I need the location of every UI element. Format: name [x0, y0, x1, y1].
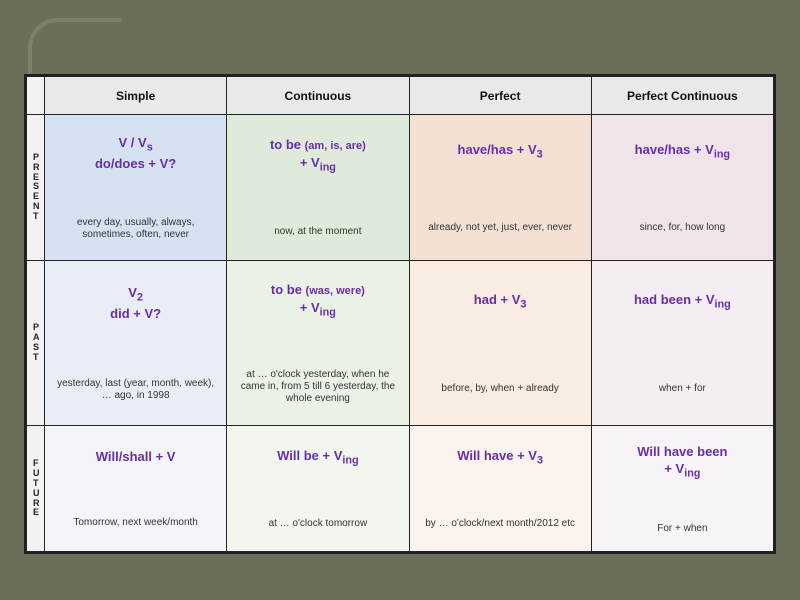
- formula: have/has + V3: [458, 141, 543, 162]
- formula: had been + Ving: [634, 291, 731, 312]
- formula: had + V3: [474, 291, 527, 312]
- row-header-past: PAST: [27, 260, 45, 426]
- markers: since, for, how long: [640, 222, 726, 234]
- formula: V2did + V?: [110, 284, 161, 323]
- markers: already, not yet, just, ever, never: [428, 222, 572, 234]
- column-header-row: Simple Continuous Perfect Perfect Contin…: [27, 77, 774, 115]
- formula: V / Vsdo/does + V?: [95, 134, 176, 173]
- cell-past-simple: V2did + V? yesterday, last (year, month,…: [45, 260, 227, 426]
- markers: Tomorrow, next week/month: [73, 517, 198, 529]
- col-header-continuous: Continuous: [227, 77, 409, 115]
- cell-present-continuous: to be (am, is, are)+ Ving now, at the mo…: [227, 115, 409, 260]
- cell-present-perfect: have/has + V3 already, not yet, just, ev…: [409, 115, 591, 260]
- cell-future-perfect-continuous: Will have been+ Ving For + when: [591, 426, 773, 552]
- cell-future-simple: Will/shall + V Tomorrow, next week/month: [45, 426, 227, 552]
- row-header-present: PRESENT: [27, 115, 45, 260]
- markers: at … o'clock tomorrow: [269, 518, 368, 530]
- formula: to be (am, is, are)+ Ving: [270, 136, 366, 175]
- row-header-future: FUTURE: [27, 426, 45, 552]
- tense-table-panel: Simple Continuous Perfect Perfect Contin…: [24, 74, 776, 554]
- col-header-perfect: Perfect: [409, 77, 591, 115]
- cell-future-perfect: Will have + V3 by … o'clock/next month/2…: [409, 426, 591, 552]
- formula: Will be + Ving: [277, 447, 359, 468]
- markers: by … o'clock/next month/2012 etc: [425, 518, 575, 530]
- markers: at … o'clock yesterday, when he came in,…: [233, 369, 402, 405]
- cell-future-continuous: Will be + Ving at … o'clock tomorrow: [227, 426, 409, 552]
- formula: Will have + V3: [457, 447, 543, 468]
- markers: For + when: [657, 523, 707, 535]
- formula: to be (was, were)+ Ving: [271, 281, 365, 320]
- col-header-simple: Simple: [45, 77, 227, 115]
- col-header-perfect-continuous: Perfect Continuous: [591, 77, 773, 115]
- markers: before, by, when + already: [441, 383, 558, 395]
- corner-cell: [27, 77, 45, 115]
- cell-present-perfect-continuous: have/has + Ving since, for, how long: [591, 115, 773, 260]
- markers: yesterday, last (year, month, week), … a…: [51, 378, 220, 402]
- row-present: PRESENT V / Vsdo/does + V? every day, us…: [27, 115, 774, 260]
- markers: now, at the moment: [274, 226, 361, 238]
- formula: Will have been+ Ving: [637, 443, 727, 482]
- markers: every day, usually, always, sometimes, o…: [51, 217, 220, 241]
- cell-present-simple: V / Vsdo/does + V? every day, usually, a…: [45, 115, 227, 260]
- markers: when + for: [659, 383, 706, 395]
- row-past: PAST V2did + V? yesterday, last (year, m…: [27, 260, 774, 426]
- cell-past-perfect: had + V3 before, by, when + already: [409, 260, 591, 426]
- slide-background: Simple Continuous Perfect Perfect Contin…: [0, 0, 800, 600]
- row-future: FUTURE Will/shall + V Tomorrow, next wee…: [27, 426, 774, 552]
- tense-table: Simple Continuous Perfect Perfect Contin…: [26, 76, 774, 552]
- cell-past-continuous: to be (was, were)+ Ving at … o'clock yes…: [227, 260, 409, 426]
- formula: have/has + Ving: [635, 141, 730, 162]
- formula: Will/shall + V: [96, 448, 176, 466]
- cell-past-perfect-continuous: had been + Ving when + for: [591, 260, 773, 426]
